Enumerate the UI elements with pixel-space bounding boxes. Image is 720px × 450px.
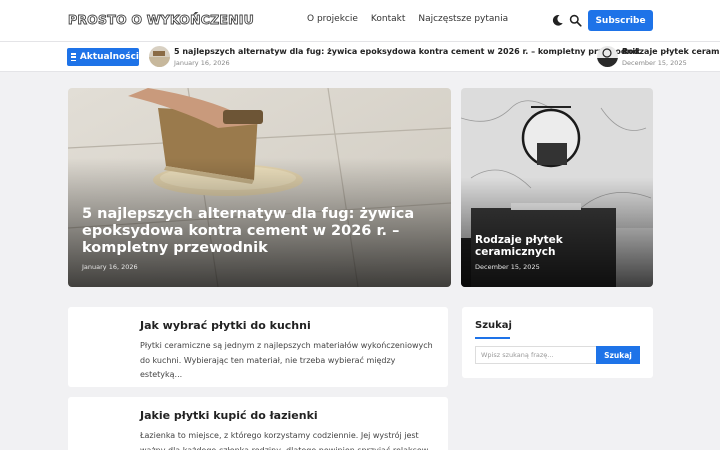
news-ticker: Aktualności 5 najlepszych alternatyw dla… bbox=[0, 42, 720, 72]
post-title[interactable]: Jakie płytki kupić do łazienki bbox=[140, 409, 318, 422]
featured-post-title[interactable]: Rodzaje płytek ceramicznych bbox=[475, 234, 645, 258]
ticker-thumbnail[interactable] bbox=[597, 46, 618, 67]
menu-icon bbox=[71, 53, 76, 61]
ticker-item-title[interactable]: Rodzaje płytek ceramicznych bbox=[622, 47, 720, 56]
post-excerpt: Łazienka to miejsce, z którego korzystam… bbox=[140, 431, 436, 450]
search-button[interactable]: Szukaj bbox=[596, 346, 640, 364]
subscribe-button[interactable]: Subscribe bbox=[588, 10, 653, 31]
main-nav: O projekcie Kontakt Najczęstsze pytania bbox=[307, 14, 508, 24]
search-widget: Szukaj Wpisz szukaną frazę... Szukaj bbox=[462, 307, 653, 378]
widget-title-underline bbox=[475, 337, 510, 339]
search-icon[interactable] bbox=[569, 14, 582, 27]
ticker-label-text: Aktualności bbox=[79, 52, 139, 62]
nav-item-about[interactable]: O projekcie bbox=[307, 14, 358, 24]
moon-icon[interactable] bbox=[551, 14, 564, 27]
ticker-item-title[interactable]: 5 najlepszych alternatyw dla fug: żywica… bbox=[174, 47, 640, 56]
featured-post-main[interactable]: 5 najlepszych alternatyw dla fug: żywica… bbox=[68, 88, 451, 287]
site-logo[interactable]: PROSTO O WYKOŃCZENIU bbox=[68, 12, 255, 28]
ticker-item-date: December 15, 2025 bbox=[622, 59, 687, 67]
featured-post-date: December 15, 2025 bbox=[475, 263, 540, 271]
post-title[interactable]: Jak wybrać płytki do kuchni bbox=[140, 319, 311, 332]
nav-item-faq[interactable]: Najczęstsze pytania bbox=[418, 14, 508, 24]
widget-title: Szukaj bbox=[475, 320, 512, 331]
post-card[interactable]: Jak wybrać płytki do kuchni Płytki ceram… bbox=[68, 307, 448, 387]
featured-post-side[interactable]: Rodzaje płytek ceramicznych December 15,… bbox=[461, 88, 653, 287]
nav-item-contact[interactable]: Kontakt bbox=[371, 14, 405, 24]
site-header: PROSTO O WYKOŃCZENIU O projekcie Kontakt… bbox=[0, 0, 720, 42]
ticker-label: Aktualności bbox=[67, 48, 139, 66]
ticker-thumbnail[interactable] bbox=[149, 46, 170, 67]
ticker-item-date: January 16, 2026 bbox=[174, 59, 230, 67]
featured-post-image bbox=[68, 88, 451, 287]
post-excerpt: Płytki ceramiczne są jednym z najlepszyc… bbox=[140, 341, 433, 379]
featured-post-title[interactable]: 5 najlepszych alternatyw dla fug: żywica… bbox=[82, 206, 432, 257]
post-card[interactable]: Jakie płytki kupić do łazienki Łazienka … bbox=[68, 397, 448, 450]
featured-post-date: January 16, 2026 bbox=[82, 263, 138, 271]
search-input[interactable]: Wpisz szukaną frazę... bbox=[475, 346, 596, 364]
